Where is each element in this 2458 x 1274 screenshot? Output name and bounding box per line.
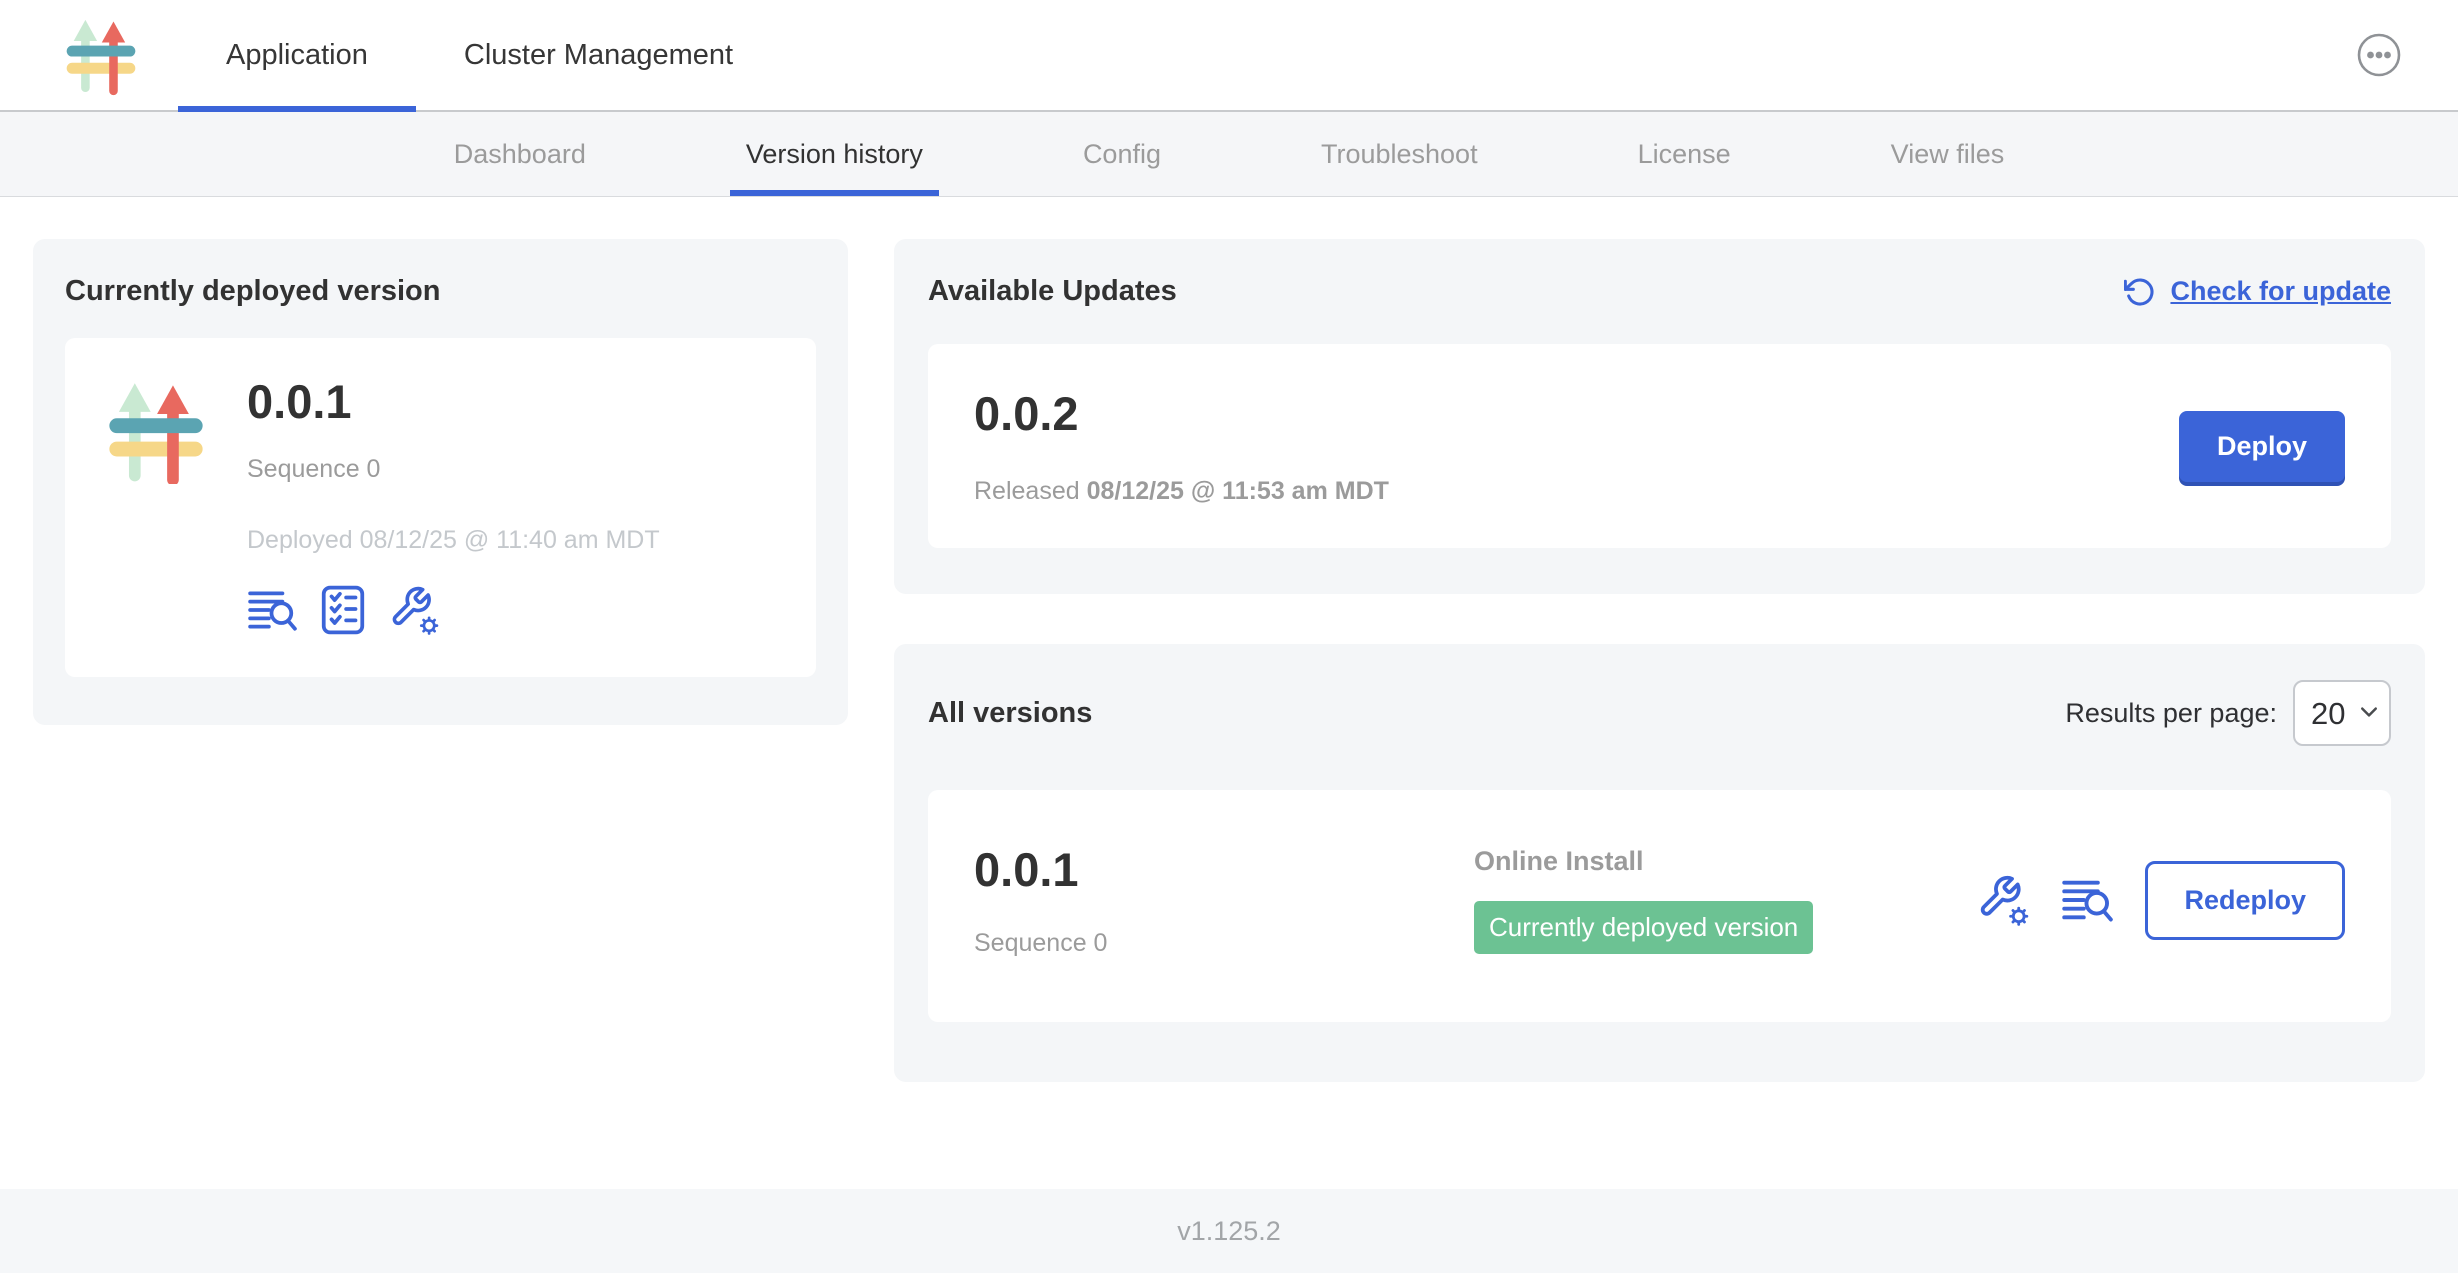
subnav-tab-label: Troubleshoot (1321, 139, 1478, 170)
app-window: Application Cluster Management Dashboard… (0, 0, 2458, 1274)
header-tabs: Application Cluster Management (178, 0, 781, 110)
update-details: 0.0.2 Released 08/12/25 @ 11:53 am MDT (974, 386, 1389, 506)
config-wrench-icon[interactable] (389, 585, 439, 635)
overflow-menu-button[interactable] (2356, 32, 2402, 78)
tab-application-label: Application (226, 39, 368, 72)
deployed-version-details: 0.0.1 Sequence 0 Deployed 08/12/25 @ 11:… (247, 374, 660, 635)
all-versions-header: All versions Results per page: 20 (928, 680, 2391, 746)
version-row-actions: Redeploy (1977, 861, 2345, 940)
released-prefix: Released (974, 477, 1080, 505)
released-date: 08/12/25 @ 11:53 am MDT (1087, 477, 1389, 505)
app-logo-icon (62, 11, 140, 99)
tab-cluster-management-label: Cluster Management (464, 39, 733, 72)
dots-menu-icon (2356, 32, 2402, 78)
row-sequence: Sequence 0 (974, 929, 1474, 958)
results-per-page-label: Results per page: (2065, 698, 2277, 729)
all-versions-card: All versions Results per page: 20 (894, 644, 2425, 1082)
main-content: Currently deployed version 0.0.1 Sequenc… (0, 197, 2458, 1189)
check-for-update-link[interactable]: Check for update (2124, 276, 2391, 308)
subnav-tab-label: License (1638, 139, 1731, 170)
right-column: Available Updates Check for update 0.0.2… (894, 239, 2425, 1082)
deployed-version-number: 0.0.1 (247, 374, 660, 429)
page-footer: v1.125.2 (0, 1189, 2458, 1273)
subnav-tab-license[interactable]: License (1622, 112, 1747, 196)
redeploy-button[interactable]: Redeploy (2145, 861, 2345, 940)
subnav-tab-view-files[interactable]: View files (1875, 112, 2021, 196)
release-diff-icon[interactable] (2061, 877, 2113, 923)
refresh-icon (2124, 276, 2156, 308)
row-version-number: 0.0.1 (974, 842, 1474, 897)
available-updates-card: Available Updates Check for update 0.0.2… (894, 239, 2425, 594)
available-updates-header: Available Updates Check for update (928, 275, 2391, 308)
update-row: 0.0.2 Released 08/12/25 @ 11:53 am MDT D… (928, 344, 2391, 548)
console-version: v1.125.2 (1177, 1216, 1281, 1247)
currently-deployed-title: Currently deployed version (65, 275, 816, 308)
config-wrench-icon[interactable] (1977, 874, 2029, 926)
available-updates-title: Available Updates (928, 275, 1177, 308)
subnav-tab-version-history[interactable]: Version history (730, 112, 939, 196)
all-versions-title: All versions (928, 697, 1092, 730)
deployed-version-panel: 0.0.1 Sequence 0 Deployed 08/12/25 @ 11:… (65, 338, 816, 677)
update-version-number: 0.0.2 (974, 386, 1389, 441)
subnav-tab-label: Version history (746, 139, 923, 170)
subnav-tab-dashboard[interactable]: Dashboard (438, 112, 602, 196)
check-for-update-label: Check for update (2170, 276, 2391, 307)
tab-cluster-management[interactable]: Cluster Management (416, 0, 781, 110)
release-diff-icon[interactable] (247, 588, 297, 632)
app-subnav: Dashboard Version history Config Trouble… (0, 112, 2458, 197)
preflight-checklist-icon[interactable] (321, 585, 365, 635)
deployed-version-actions (247, 585, 660, 635)
version-row: 0.0.1 Sequence 0 Online Install Currentl… (928, 790, 2391, 1022)
top-header: Application Cluster Management (0, 0, 2458, 112)
active-tab-underline (730, 190, 939, 196)
deployed-sequence: Sequence 0 (247, 455, 660, 484)
currently-deployed-card: Currently deployed version 0.0.1 Sequenc… (33, 239, 848, 725)
results-per-page-select-wrap: 20 (2293, 680, 2391, 746)
subnav-tab-label: Dashboard (454, 139, 586, 170)
version-row-info: 0.0.1 Sequence 0 (974, 842, 1474, 958)
subnav-tab-label: View files (1891, 139, 2005, 170)
install-type-label: Online Install (1474, 846, 1977, 877)
app-logo-icon (103, 378, 209, 490)
update-released-line: Released 08/12/25 @ 11:53 am MDT (974, 477, 1389, 506)
deploy-button[interactable]: Deploy (2179, 411, 2345, 482)
deployed-timestamp: Deployed 08/12/25 @ 11:40 am MDT (247, 526, 660, 555)
currently-deployed-badge: Currently deployed version (1474, 901, 1813, 954)
subnav-tab-troubleshoot[interactable]: Troubleshoot (1305, 112, 1494, 196)
version-row-status: Online Install Currently deployed versio… (1474, 846, 1977, 954)
tab-application[interactable]: Application (178, 0, 416, 110)
subnav-tab-config[interactable]: Config (1067, 112, 1177, 196)
subnav-tab-label: Config (1083, 139, 1161, 170)
results-per-page-select[interactable]: 20 (2293, 680, 2391, 746)
results-per-page: Results per page: 20 (2065, 680, 2391, 746)
active-tab-underline (178, 106, 416, 112)
